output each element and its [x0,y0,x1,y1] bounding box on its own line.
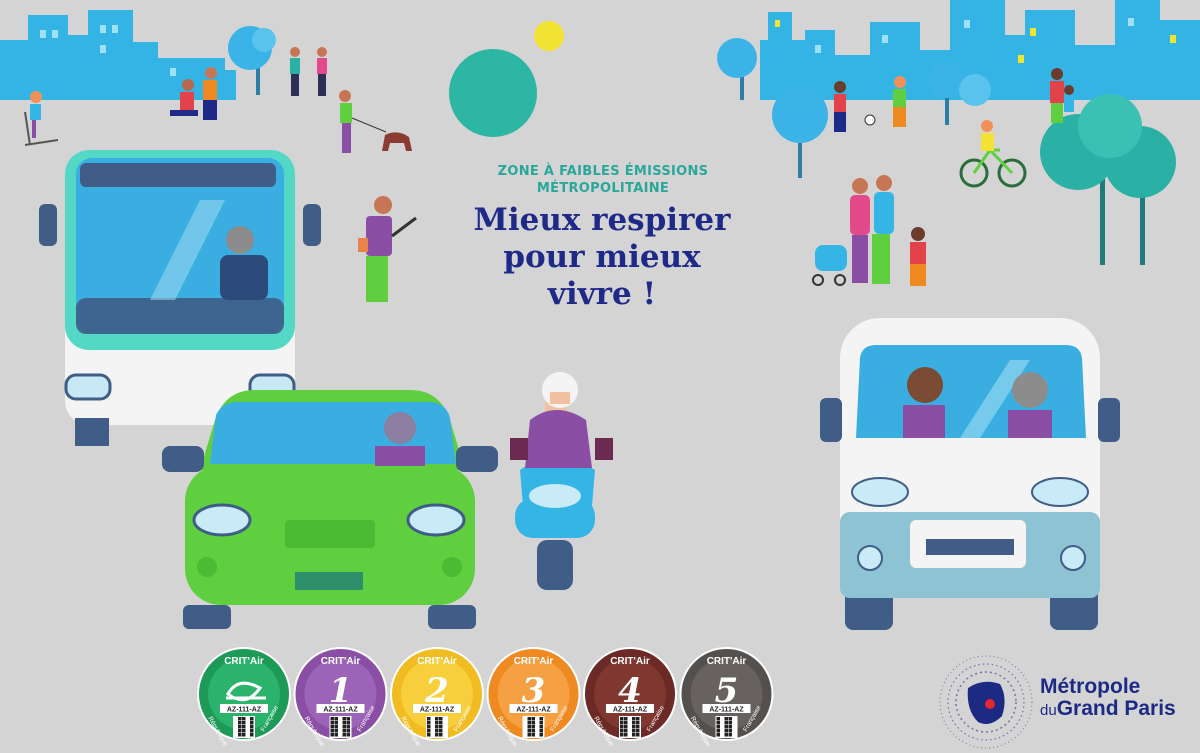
sticker-plate-text: AZ-111-AZ [516,707,551,714]
sticker-brand-text: CRIT'Air [417,656,457,667]
metropole-logo-mark [939,655,1033,749]
tree [717,38,757,100]
cyclist [959,120,1027,188]
left-city-skyline [0,10,236,100]
white-van [820,318,1120,630]
green-car [162,390,498,629]
critair-sticker-1: CRIT'Air1AZ-111-AZRépublique Française [293,647,388,748]
qr-code-icon [233,716,255,738]
headline-line-2: pour mieux [503,239,701,275]
sticker-plate-text: AZ-111-AZ [709,707,744,714]
logo-line-1: Métropole [1040,675,1141,698]
illustration-canvas: ZONE À FAIBLES ÉMISSIONS MÉTROPOLITAINE … [0,0,1200,753]
yellow-sun-circle [534,21,564,51]
logo-du: du [1040,702,1057,719]
qr-code-icon [619,716,641,738]
motorbike [510,372,613,590]
logo-line-2: duGrand Paris [1040,698,1176,722]
sticker-plate-text: AZ-111-AZ [227,707,262,714]
qr-code-icon [329,716,352,738]
critair-sticker-4: CRIT'Air4AZ-111-AZRépublique Française [583,647,677,748]
reading-pedestrian [358,196,417,302]
sticker-brand-text: CRIT'Air [610,656,650,667]
sticker-brand-text: CRIT'Air [224,656,264,667]
sticker-brand-text: CRIT'Air [321,656,361,667]
headline-line-1: Mieux respirer [473,202,731,238]
sticker-plate-text: AZ-111-AZ [613,707,648,714]
critair-sticker-row: CRIT'AirAZ-111-AZRépublique FrançaiseCRIT… [197,647,774,748]
kicker-line-1: ZONE À FAIBLES ÉMISSIONS [497,164,709,179]
headline-line-3: vivre ! [547,276,657,312]
family-with-stroller [812,175,926,286]
tree [772,87,828,178]
campaign-kicker: ZONE À FAIBLES ÉMISSIONS MÉTROPOLITAINE [458,163,748,197]
critair-sticker-5: CRIT'Air5AZ-111-AZRépublique Française [679,647,774,748]
sticker-brand-text: CRIT'Air [514,656,554,667]
qr-code-icon [715,716,738,738]
critair-sticker-2: CRIT'Air2AZ-111-AZRépublique Française [390,647,484,748]
qr-code-icon [522,716,545,738]
sticker-plate-text: AZ-111-AZ [420,707,455,714]
critair-sticker-3: CRIT'Air3AZ-111-AZRépublique Française [486,647,581,748]
metropole-logo-text: Métropole duGrand Paris [1040,676,1176,722]
critair-sticker-green: CRIT'AirAZ-111-AZRépublique Française [197,647,291,748]
pedestrians-talking [290,47,327,96]
qr-code-icon [426,716,448,738]
sticker-brand-text: CRIT'Air [707,656,747,667]
teal-sun-circle [449,49,537,137]
kicker-line-2: MÉTROPOLITAINE [536,181,670,196]
campaign-headline: Mieux respirer pour mieux vivre ! [446,202,758,313]
logo-grand-paris: Grand Paris [1056,697,1176,720]
dog-walker [339,90,412,153]
sticker-plate-text: AZ-111-AZ [323,707,358,714]
